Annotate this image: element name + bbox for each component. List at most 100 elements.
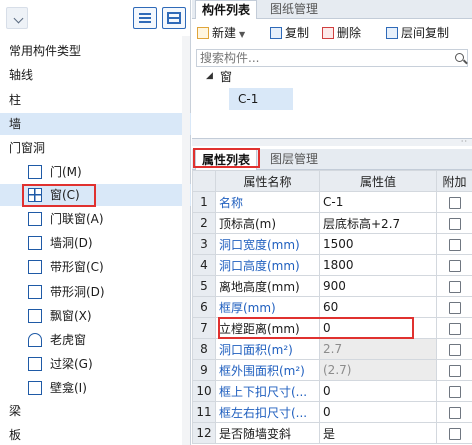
expand-arrow-icon[interactable]: ◢ (206, 71, 213, 81)
grid-view-button[interactable] (162, 7, 186, 29)
panel-splitter[interactable]: ·· (192, 137, 472, 146)
list-view-icon (139, 13, 151, 23)
attached-checkbox[interactable] (448, 427, 461, 440)
table-row[interactable]: 2 顶标高(m) 层底标高+2.7 (192, 212, 472, 234)
attached-checkbox[interactable] (448, 196, 461, 209)
tree-item-lintel[interactable]: 过梁(G) (0, 353, 191, 375)
property-value-cell[interactable]: 60 (319, 296, 437, 318)
tree-category-opening[interactable]: 门窗洞 (0, 137, 191, 159)
property-name-cell: 顶标高(m) (215, 212, 320, 234)
tree-item-door-window[interactable]: 门联窗(A) (0, 208, 191, 230)
row-number: 1 (192, 191, 216, 213)
tree-item-c1[interactable]: C-1 (229, 88, 293, 110)
window-highlight-box (22, 184, 96, 207)
search-input[interactable] (196, 49, 468, 67)
property-table-header: 属性名称 属性值 附加 (192, 170, 472, 192)
property-value-cell[interactable]: 1500 (319, 233, 437, 255)
tree-category-beam[interactable]: 梁 (0, 400, 191, 422)
tree-item-bay-window[interactable]: 飘窗(X) (0, 305, 191, 327)
niche-icon (28, 381, 42, 395)
row-number: 6 (192, 296, 216, 318)
lintel-icon (28, 357, 42, 371)
tree-group-window[interactable]: 窗 (220, 68, 232, 86)
row-number: 9 (192, 359, 216, 381)
strip-hole-icon (28, 285, 42, 299)
property-value-cell[interactable]: 2.7 (319, 338, 437, 360)
table-row[interactable]: 8 洞口面积(m²) 2.7 (192, 338, 472, 360)
tree-item-niche[interactable]: 壁龛(I) (0, 377, 191, 399)
row-number: 10 (192, 380, 216, 402)
attached-checkbox[interactable] (448, 280, 461, 293)
attached-checkbox[interactable] (448, 343, 461, 356)
tree-item-strip-window[interactable]: 带形窗(C) (0, 256, 191, 278)
tree-category-axis[interactable]: 轴线 (0, 64, 191, 86)
table-row[interactable]: 9 框外围面积(m²) (2.7) (192, 359, 472, 381)
tree-category-slab[interactable]: 板 (0, 424, 191, 445)
tree-category-common[interactable]: 常用构件类型 (0, 40, 191, 62)
table-row[interactable]: 4 洞口高度(mm) 1800 (192, 254, 472, 276)
attached-checkbox-cell (436, 401, 472, 423)
door-icon (28, 165, 42, 179)
component-type-tree: 常用构件类型 轴线 柱 墙 门窗洞 门(M) 窗(C) 门联窗(A) 墙洞(D)… (0, 0, 191, 445)
attached-checkbox[interactable] (448, 406, 461, 419)
tree-scrollbar[interactable] (182, 36, 190, 445)
header-property-value[interactable]: 属性值 (319, 170, 437, 192)
attached-checkbox-cell (436, 317, 472, 339)
property-name-cell: 洞口宽度(mm) (215, 233, 320, 255)
tree-item-wall-hole[interactable]: 墙洞(D) (0, 232, 191, 254)
collapse-icon[interactable] (6, 7, 28, 29)
attached-checkbox[interactable] (448, 238, 461, 251)
list-view-button[interactable] (133, 7, 157, 29)
wall-hole-icon (28, 236, 42, 250)
attached-checkbox-cell (436, 233, 472, 255)
attached-checkbox[interactable] (448, 364, 461, 377)
row-number: 2 (192, 212, 216, 234)
pin-icon[interactable]: ·· (461, 137, 468, 146)
attached-checkbox[interactable] (448, 301, 461, 314)
right-panel: 构件列表 图纸管理 新建▼ 复制 删除 层间复制 ◢ 窗 C-1 ·· 属性列表 (192, 0, 472, 445)
strip-window-icon (28, 260, 42, 274)
attached-checkbox-cell (436, 422, 472, 444)
row-number: 12 (192, 422, 216, 444)
property-value-cell[interactable]: 层底标高+2.7 (319, 212, 437, 234)
header-corner (192, 170, 216, 192)
search-wrapper (192, 0, 472, 70)
tree-item-door[interactable]: 门(M) (0, 161, 191, 183)
property-table: 属性名称 属性值 附加 1 名称 C-1 2 顶标高(m) 层底标高+2.7 3 洞口宽度(m… (192, 170, 472, 444)
table-row[interactable]: 12 是否随墙变斜是 (192, 422, 472, 444)
property-value-cell[interactable]: (2.7) (319, 359, 437, 381)
tree-item-strip-hole[interactable]: 带形洞(D) (0, 281, 191, 303)
attached-checkbox[interactable] (448, 385, 461, 398)
door-window-icon (28, 212, 42, 226)
table-row[interactable]: 5 离地高度(mm) 900 (192, 275, 472, 297)
property-name-cell: 框上下扣尺寸(... (215, 380, 320, 402)
property-value-cell[interactable]: C-1 (319, 191, 437, 213)
table-row[interactable]: 11 框左右扣尺寸(... 0 (192, 401, 472, 423)
tab-layer-management[interactable]: 图层管理 (264, 149, 324, 170)
tree-category-column[interactable]: 柱 (0, 89, 191, 111)
property-value-cell[interactable]: 1800 (319, 254, 437, 276)
bay-window-icon (28, 309, 42, 323)
attached-checkbox-cell (436, 275, 472, 297)
row-number: 11 (192, 401, 216, 423)
table-row[interactable]: 10 框上下扣尺寸(... 0 (192, 380, 472, 402)
table-row[interactable]: 1 名称 C-1 (192, 191, 472, 213)
header-property-name[interactable]: 属性名称 (215, 170, 320, 192)
tree-item-c1-label: C-1 (238, 92, 259, 106)
attached-checkbox[interactable] (448, 322, 461, 335)
search-icon[interactable] (455, 53, 464, 62)
property-value-cell[interactable]: 0 (319, 380, 437, 402)
property-name-cell: 框左右扣尺寸(... (215, 401, 320, 423)
attached-checkbox[interactable] (448, 217, 461, 230)
tree-category-wall[interactable]: 墙 (0, 113, 191, 135)
attached-checkbox[interactable] (448, 259, 461, 272)
property-value-cell[interactable]: 0 (319, 401, 437, 423)
row-number: 7 (192, 317, 216, 339)
header-attached[interactable]: 附加 (436, 170, 472, 192)
tree-item-dormer-window[interactable]: 老虎窗 (0, 329, 191, 351)
property-name-cell: 洞口面积(m²) (215, 338, 320, 360)
table-row[interactable]: 6 框厚(mm) 60 (192, 296, 472, 318)
property-value-cell[interactable]: 900 (319, 275, 437, 297)
property-value-cell[interactable]: 是 (319, 422, 437, 444)
table-row[interactable]: 3 洞口宽度(mm) 1500 (192, 233, 472, 255)
